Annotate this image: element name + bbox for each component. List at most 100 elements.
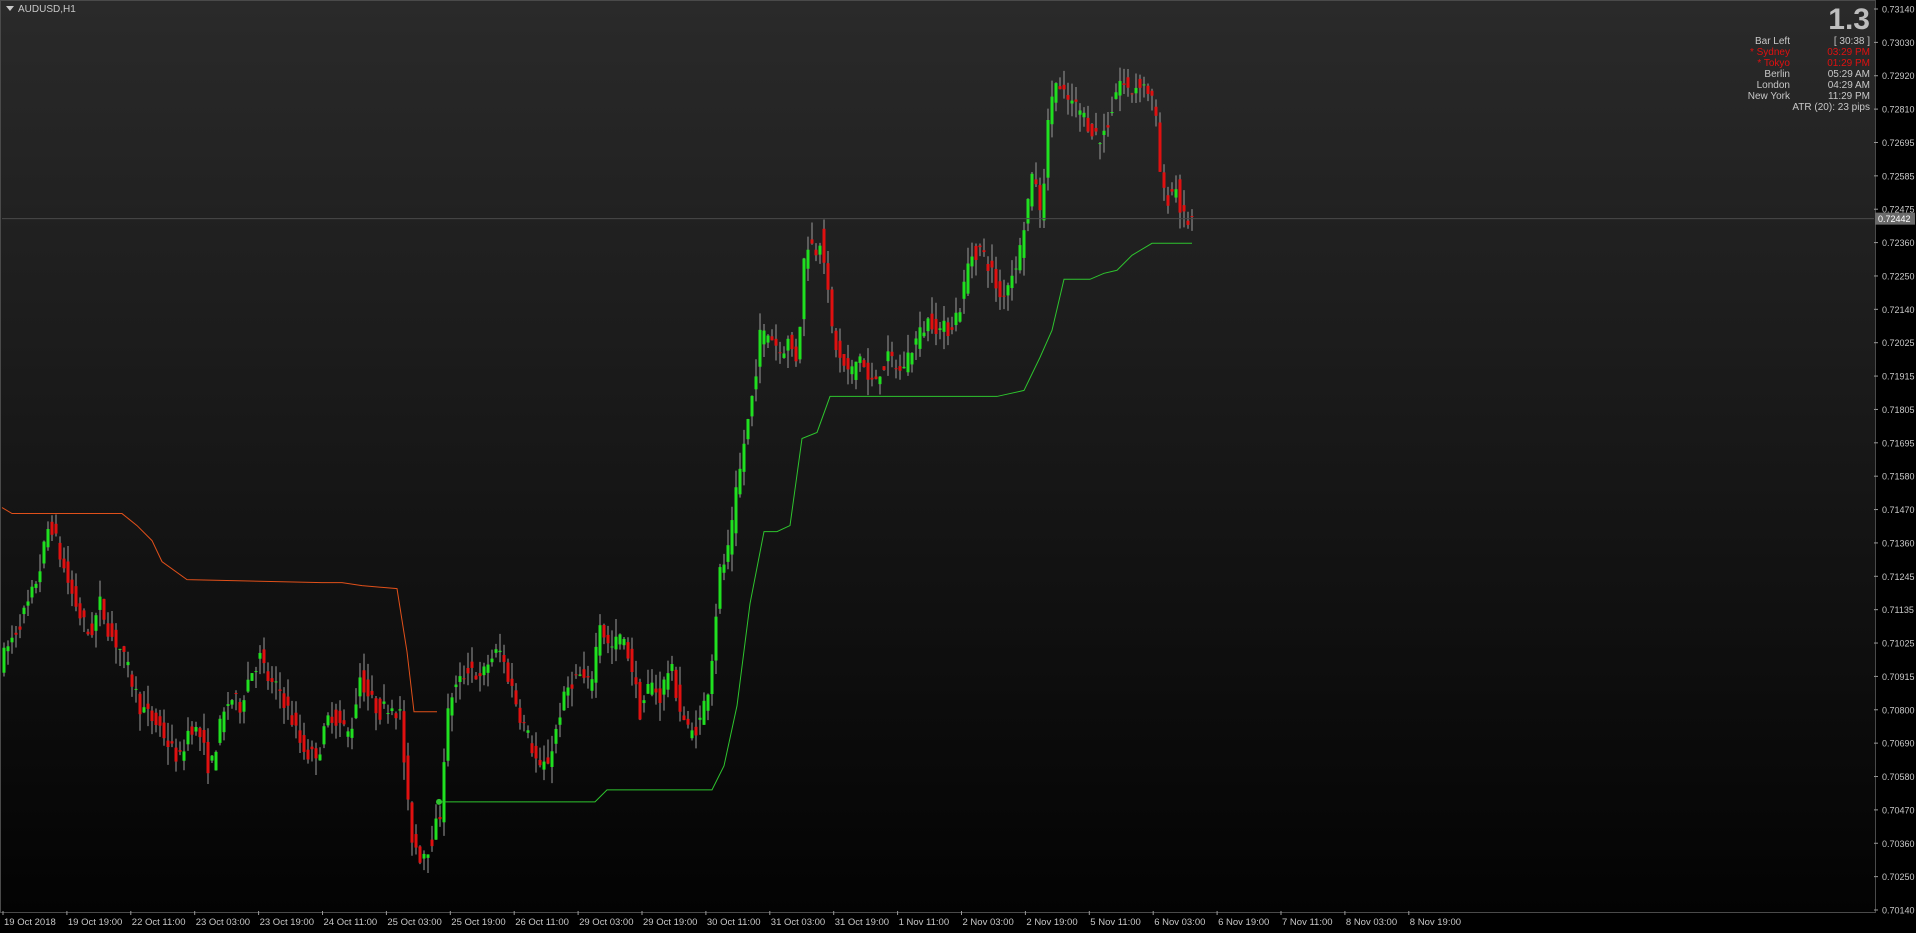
candle-bull [802, 258, 806, 320]
candle-bull [214, 751, 218, 771]
candle-bear [834, 330, 838, 351]
candle-bear [166, 740, 170, 748]
candle-bear [586, 676, 590, 678]
candle-bull [486, 664, 490, 673]
candle-bull [250, 673, 254, 681]
candle-bear [206, 741, 210, 774]
candle-bear [1158, 122, 1162, 172]
candle-bear [1170, 189, 1174, 192]
candle-bull [858, 356, 862, 363]
candle-bear [946, 322, 950, 337]
candle-bear [106, 623, 110, 637]
candle-bear [234, 693, 238, 695]
candle-bear [530, 743, 534, 754]
candle-bear [102, 598, 106, 620]
candle-bull [258, 652, 262, 659]
candle-bull [782, 353, 786, 358]
candle-bear [674, 669, 678, 698]
candle-bear [870, 377, 874, 380]
price-tick-label: 0.72025 [1882, 338, 1915, 348]
candle-bear [1094, 127, 1098, 132]
candle-bull [742, 443, 746, 472]
candle-bull [786, 338, 790, 351]
price-chart[interactable]: 0.73140 0.73030 0.72920 0.72810 0.72695 0.725… [0, 0, 1916, 933]
candle-bear [310, 746, 314, 750]
price-tick-label: 0.72140 [1882, 305, 1915, 315]
candle-bear [158, 716, 162, 726]
candle-bear [294, 712, 298, 726]
candle-bull [42, 541, 46, 564]
time-tick-label: 30 Oct 11:00 [707, 917, 761, 928]
candle-bull [854, 361, 858, 380]
candle-bear [18, 626, 22, 630]
current-price-label: 0.72442 [1878, 214, 1911, 224]
price-tick-label: 0.72360 [1882, 238, 1915, 248]
candle-bull [210, 755, 214, 761]
candle-bear [130, 674, 134, 687]
candle-bull [142, 707, 146, 713]
candle-bear [658, 688, 662, 703]
candle-bull [650, 682, 654, 695]
price-tick-label: 0.72250 [1882, 271, 1915, 281]
candle-bear [986, 263, 990, 271]
candle-bear [1186, 220, 1190, 225]
candle-bear [1162, 172, 1166, 188]
chart-window[interactable]: AUDUSD,H1 1.3 Bar Left[ 30:38 ] * Sydney 0… [0, 0, 1916, 933]
candle-bull [450, 697, 454, 716]
price-tick-label: 0.71805 [1882, 405, 1915, 415]
candle-bear [574, 674, 578, 676]
candle-bull [878, 376, 882, 385]
candle-bear [370, 690, 374, 695]
candle-bull [1070, 100, 1074, 104]
candle-bull [702, 700, 706, 725]
candle-bull [1134, 87, 1138, 94]
candle-bull [710, 660, 714, 695]
candle-bear [362, 670, 366, 693]
candle-bull [962, 281, 966, 299]
candle-bear [866, 362, 870, 380]
candle-bull [642, 700, 646, 704]
time-tick-label: 24 Oct 11:00 [324, 917, 378, 928]
candle-bear [74, 586, 78, 607]
candle-bull [94, 615, 98, 631]
candle-bull [1118, 80, 1122, 96]
candle-bull [970, 256, 974, 267]
time-tick-label: 25 Oct 19:00 [451, 917, 505, 928]
candle-bull [910, 352, 914, 365]
candle-bear [138, 693, 142, 715]
candle-bear [170, 741, 174, 744]
candle-bull [1010, 275, 1014, 289]
price-tick-label: 0.72585 [1882, 171, 1915, 181]
candle-bear [822, 228, 826, 263]
candle-bear [654, 688, 658, 693]
candle-bull [398, 709, 402, 711]
price-tick-label: 0.70800 [1882, 705, 1915, 715]
candle-bull [850, 366, 854, 375]
candle-bull [1142, 84, 1146, 86]
price-tick-label: 0.72920 [1882, 71, 1915, 81]
candle-bear [626, 642, 630, 659]
time-tick-label: 29 Oct 19:00 [643, 917, 697, 928]
candle-bull [714, 616, 718, 661]
candle-bull [1050, 96, 1054, 125]
price-tick-label: 0.70140 [1882, 906, 1915, 916]
candle-bull [30, 586, 34, 598]
candle-bull [1114, 92, 1118, 99]
candle-bear [534, 745, 538, 759]
candle-bear [306, 749, 310, 760]
candle-bull [498, 650, 502, 653]
candle-bear [1138, 78, 1142, 88]
candle-bull [526, 730, 530, 733]
price-tick-label: 0.71695 [1882, 438, 1915, 448]
candle-bull [354, 704, 358, 719]
candle-bull [926, 318, 930, 332]
price-tick-label: 0.70250 [1882, 872, 1915, 882]
candle-bull [10, 637, 14, 643]
candle-bull [666, 673, 670, 690]
candle-bear [630, 648, 634, 673]
candle-bear [1126, 77, 1130, 88]
price-tick-label: 0.71025 [1882, 639, 1915, 649]
candle-bear [438, 817, 442, 820]
candle-bull [718, 567, 722, 609]
candle-bull [590, 679, 594, 691]
